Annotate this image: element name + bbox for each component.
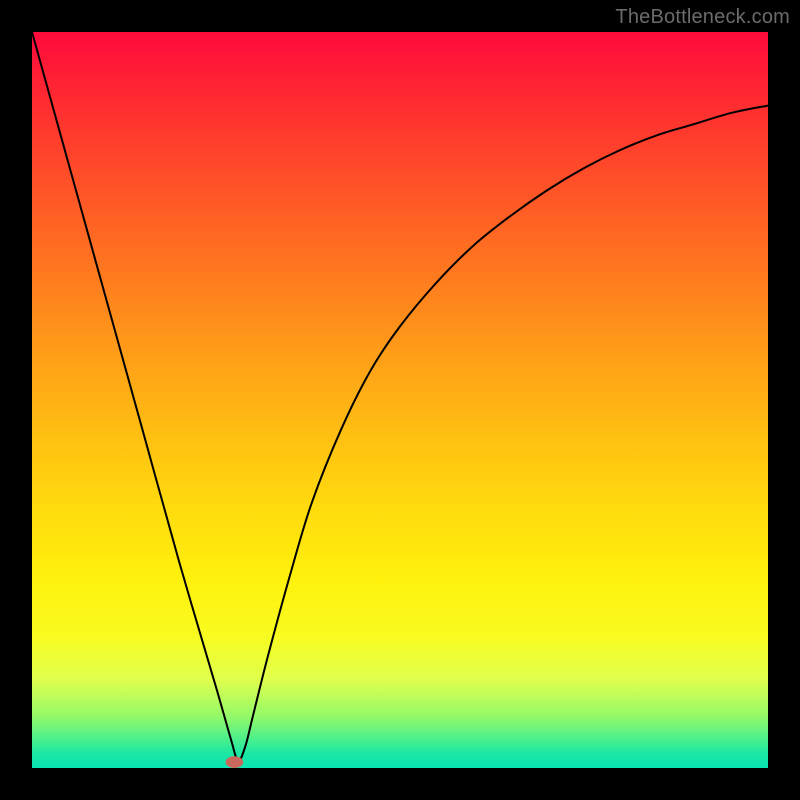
- chart-frame: TheBottleneck.com: [0, 0, 800, 800]
- curve-svg: [32, 32, 768, 768]
- bottleneck-curve: [32, 32, 768, 761]
- watermark-text: TheBottleneck.com: [615, 6, 790, 29]
- curve-marker: [226, 756, 244, 768]
- plot-area: [32, 32, 768, 768]
